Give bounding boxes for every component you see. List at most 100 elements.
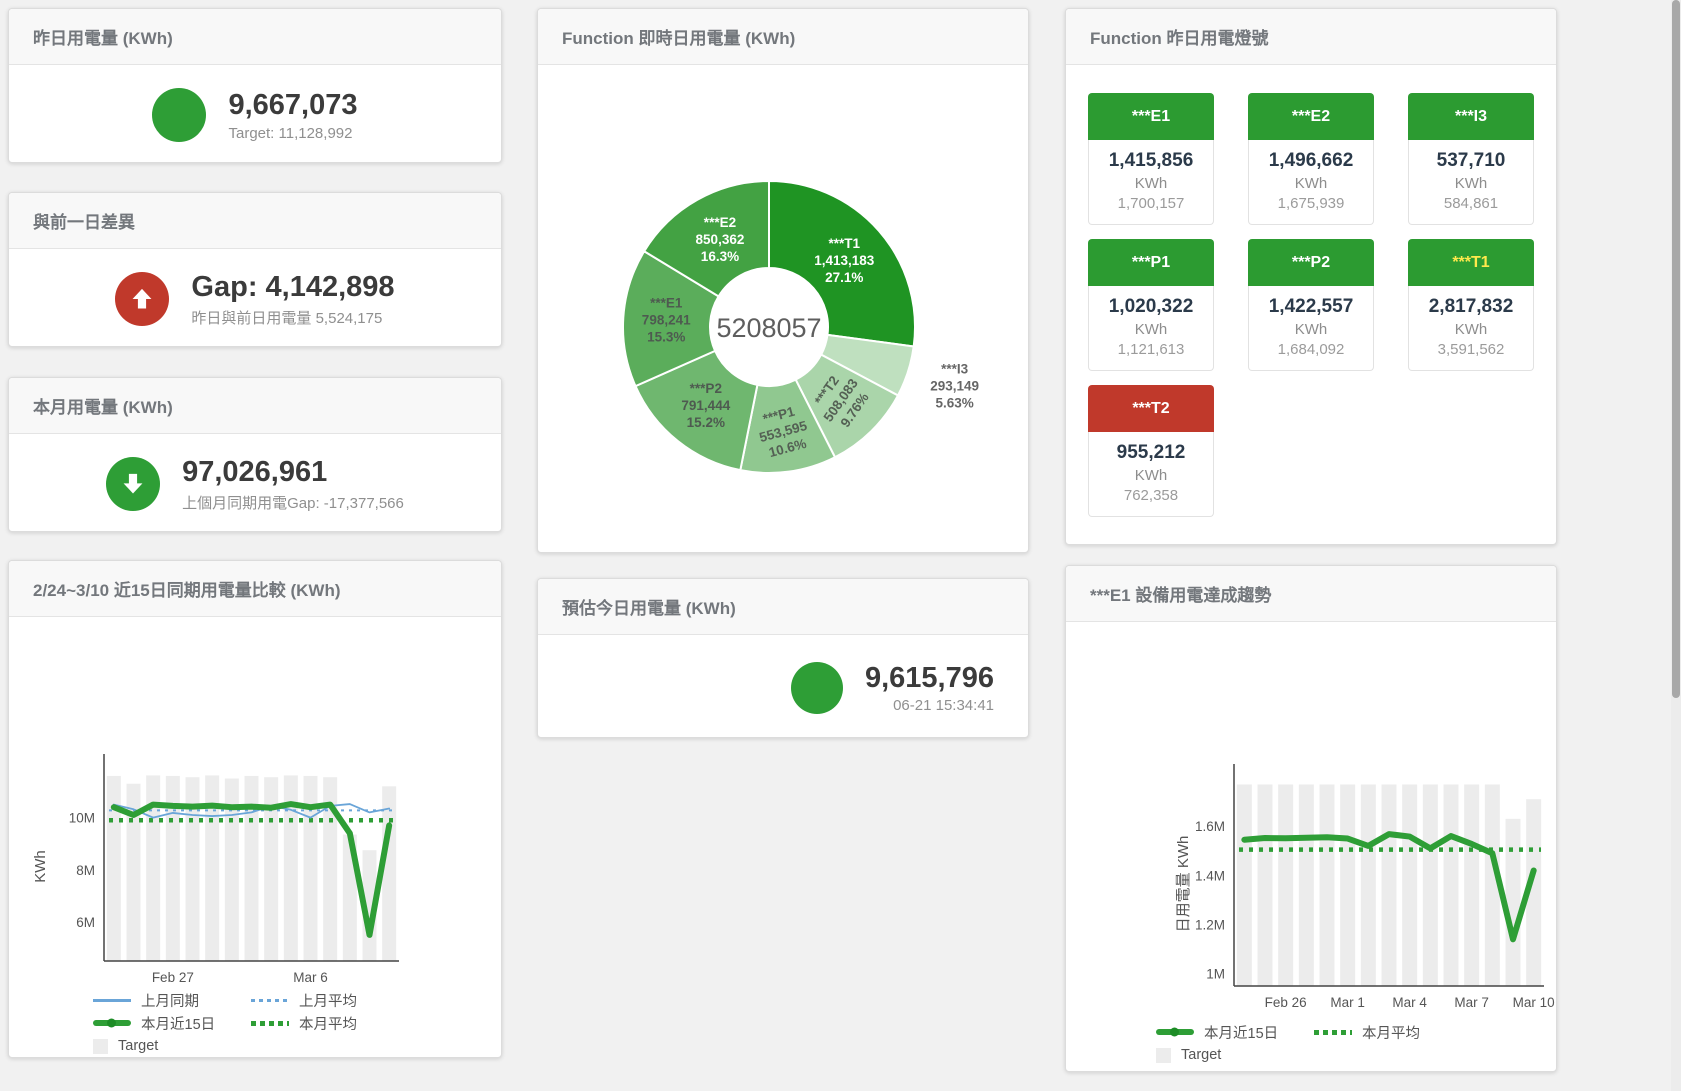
- legend-marker-icon: [93, 999, 131, 1002]
- trend-chart-card: ***E1 設備用電達成趨勢 1.6M1.4M1.2M1MFeb 26Mar 1…: [1065, 565, 1557, 1072]
- tile-value: 1,496,662: [1251, 150, 1371, 172]
- day-gap-sub: 昨日與前日用電量 5,524,175: [191, 307, 394, 328]
- tile-unit: KWh: [1251, 175, 1371, 192]
- tile-target-value: 1,675,939: [1251, 195, 1371, 212]
- card-title: 本月用電量 (KWh): [9, 378, 501, 434]
- realtime-donut-chart: ***T11,413,18327.1%***I3293,1495.63%***T…: [538, 65, 1028, 550]
- svg-text:1.4M: 1.4M: [1195, 868, 1225, 883]
- legend-label: 上月平均: [299, 990, 357, 1011]
- tile-body: 955,212KWh762,358: [1088, 432, 1214, 517]
- legend-label: 本月近15日: [141, 1013, 215, 1034]
- tile-header: ***P1: [1088, 239, 1214, 286]
- tile-header: ***I3: [1408, 93, 1534, 140]
- compare-chart: 10M8M6MFeb 27Mar 6KWh: [9, 617, 501, 1037]
- svg-text:5208057: 5208057: [716, 313, 821, 343]
- legend-label: Target: [118, 1038, 158, 1054]
- tile-header: ***T2: [1088, 385, 1214, 432]
- svg-text:1M: 1M: [1206, 967, 1225, 982]
- tile-unit: KWh: [1091, 175, 1211, 192]
- compare-chart-legend: 上月同期 上月平均本月近15日 本月平均 Target: [93, 989, 411, 1057]
- light-tile-I3: ***I3537,710KWh584,861: [1408, 93, 1534, 225]
- legend-marker-icon: [1314, 1030, 1352, 1035]
- estimate-timestamp: 06-21 15:34:41: [865, 697, 994, 714]
- tile-header: ***P2: [1248, 239, 1374, 286]
- tile-target-value: 584,861: [1411, 195, 1531, 212]
- tile-target-value: 3,591,562: [1411, 341, 1531, 358]
- light-tile-P1: ***P1 1,020,322 KWh 1,121,613: [1088, 239, 1214, 371]
- tile-value: 1,415,856: [1091, 150, 1211, 172]
- svg-text:Mar 10: Mar 10: [1513, 995, 1555, 1010]
- tile-target-value: 1,684,092: [1251, 341, 1371, 358]
- status-green-circle: [152, 88, 206, 142]
- card-title: 昨日用電量 (KWh): [9, 9, 501, 65]
- tile-target-value: 1,121,613: [1091, 341, 1211, 358]
- svg-text:1.6M: 1.6M: [1195, 819, 1225, 834]
- svg-text:日用電量 KWh: 日用電量 KWh: [1175, 836, 1192, 933]
- svg-text:Mar 7: Mar 7: [1454, 995, 1489, 1010]
- tile-header: ***E2: [1248, 93, 1374, 140]
- light-tile-P2: ***P2 1,422,557 KWh 1,684,092: [1248, 239, 1374, 371]
- legend-label: 本月平均: [1362, 1022, 1420, 1043]
- tile-body: 2,817,832 KWh 3,591,562: [1408, 286, 1534, 371]
- legend-item: 本月近15日: [93, 1012, 251, 1034]
- legend-label: Target: [1181, 1047, 1221, 1063]
- trend-chart-legend: 本月近15日本月平均Target: [1156, 1021, 1474, 1066]
- tile-value: 2,817,832: [1411, 296, 1531, 318]
- tile-unit: KWh: [1251, 321, 1371, 338]
- card-title: Function 即時日用電量 (KWh): [538, 9, 1028, 65]
- tile-unit: KWh: [1091, 467, 1211, 484]
- tile-body: 1,496,662 KWh 1,675,939: [1248, 140, 1374, 225]
- tile-unit: KWh: [1091, 321, 1211, 338]
- svg-text:Mar 6: Mar 6: [293, 970, 328, 985]
- status-green-circle: [791, 662, 843, 714]
- realtime-donut-card: Function 即時日用電量 (KWh) ***T11,413,18327.1…: [537, 8, 1029, 553]
- svg-text:***I3293,1495.63%: ***I3293,1495.63%: [930, 362, 979, 411]
- arrow-up-icon: [115, 272, 169, 326]
- month-usage-gap: 上個月同期用電Gap: -17,377,566: [182, 492, 404, 513]
- tile-body: 1,020,322 KWh 1,121,613: [1088, 286, 1214, 371]
- yesterday-usage-value: 9,667,073: [228, 88, 357, 123]
- svg-text:8M: 8M: [76, 863, 95, 878]
- tile-value: 1,020,322: [1091, 296, 1211, 318]
- yesterday-usage-card: 昨日用電量 (KWh) 9,667,073 Target: 11,128,992: [8, 8, 502, 163]
- card-title: 與前一日差異: [9, 193, 501, 249]
- legend-item: 本月平均: [251, 1012, 411, 1034]
- vertical-scrollbar[interactable]: [1671, 0, 1681, 1091]
- lights-grid: ***E11,415,856KWh1,700,157***E21,496,662…: [1088, 93, 1534, 517]
- legend-item: 上月同期: [93, 989, 251, 1011]
- legend-item: Target: [93, 1035, 251, 1057]
- svg-text:Mar 4: Mar 4: [1392, 995, 1427, 1010]
- legend-marker-icon: [251, 1021, 289, 1026]
- light-tile-E1: ***E11,415,856KWh1,700,157: [1088, 93, 1214, 225]
- tile-body: 537,710KWh584,861: [1408, 140, 1534, 225]
- lights-card: Function 昨日用電燈號 ***E11,415,856KWh1,700,1…: [1065, 8, 1557, 545]
- scrollbar-thumb[interactable]: [1672, 0, 1680, 698]
- tile-unit: KWh: [1411, 321, 1531, 338]
- svg-text:10M: 10M: [69, 811, 95, 826]
- light-tile-T2: ***T2955,212KWh762,358: [1088, 385, 1214, 517]
- svg-text:6M: 6M: [76, 915, 95, 930]
- tile-value: 1,422,557: [1251, 296, 1371, 318]
- day-gap-value: Gap: 4,142,898: [191, 270, 394, 305]
- tile-body: 1,422,557 KWh 1,684,092: [1248, 286, 1374, 371]
- legend-marker-icon: [93, 1020, 131, 1026]
- estimate-today-card: 預估今日用電量 (KWh) 9,615,796 06-21 15:34:41: [537, 578, 1029, 738]
- legend-marker-icon: [1156, 1048, 1171, 1063]
- legend-marker-icon: [251, 999, 289, 1002]
- light-tile-E2: ***E2 1,496,662 KWh 1,675,939: [1248, 93, 1374, 225]
- legend-item: 上月平均: [251, 989, 411, 1011]
- card-title: 2/24~3/10 近15日同期用電量比較 (KWh): [9, 561, 501, 617]
- legend-item: 本月平均: [1314, 1021, 1474, 1043]
- tile-body: 1,415,856KWh1,700,157: [1088, 140, 1214, 225]
- svg-text:1.2M: 1.2M: [1195, 918, 1225, 933]
- arrow-down-icon: [106, 457, 160, 511]
- light-tile-T1: ***T1 2,817,832 KWh 3,591,562: [1408, 239, 1534, 371]
- month-usage-value: 97,026,961: [182, 455, 404, 490]
- tile-header: ***T1: [1408, 239, 1534, 286]
- yesterday-usage-target: Target: 11,128,992: [228, 125, 357, 142]
- svg-text:Mar 1: Mar 1: [1330, 995, 1365, 1010]
- card-title: 預估今日用電量 (KWh): [538, 579, 1028, 635]
- svg-text:Feb 26: Feb 26: [1265, 995, 1307, 1010]
- svg-text:KWh: KWh: [32, 850, 49, 883]
- legend-item: Target: [1156, 1044, 1314, 1066]
